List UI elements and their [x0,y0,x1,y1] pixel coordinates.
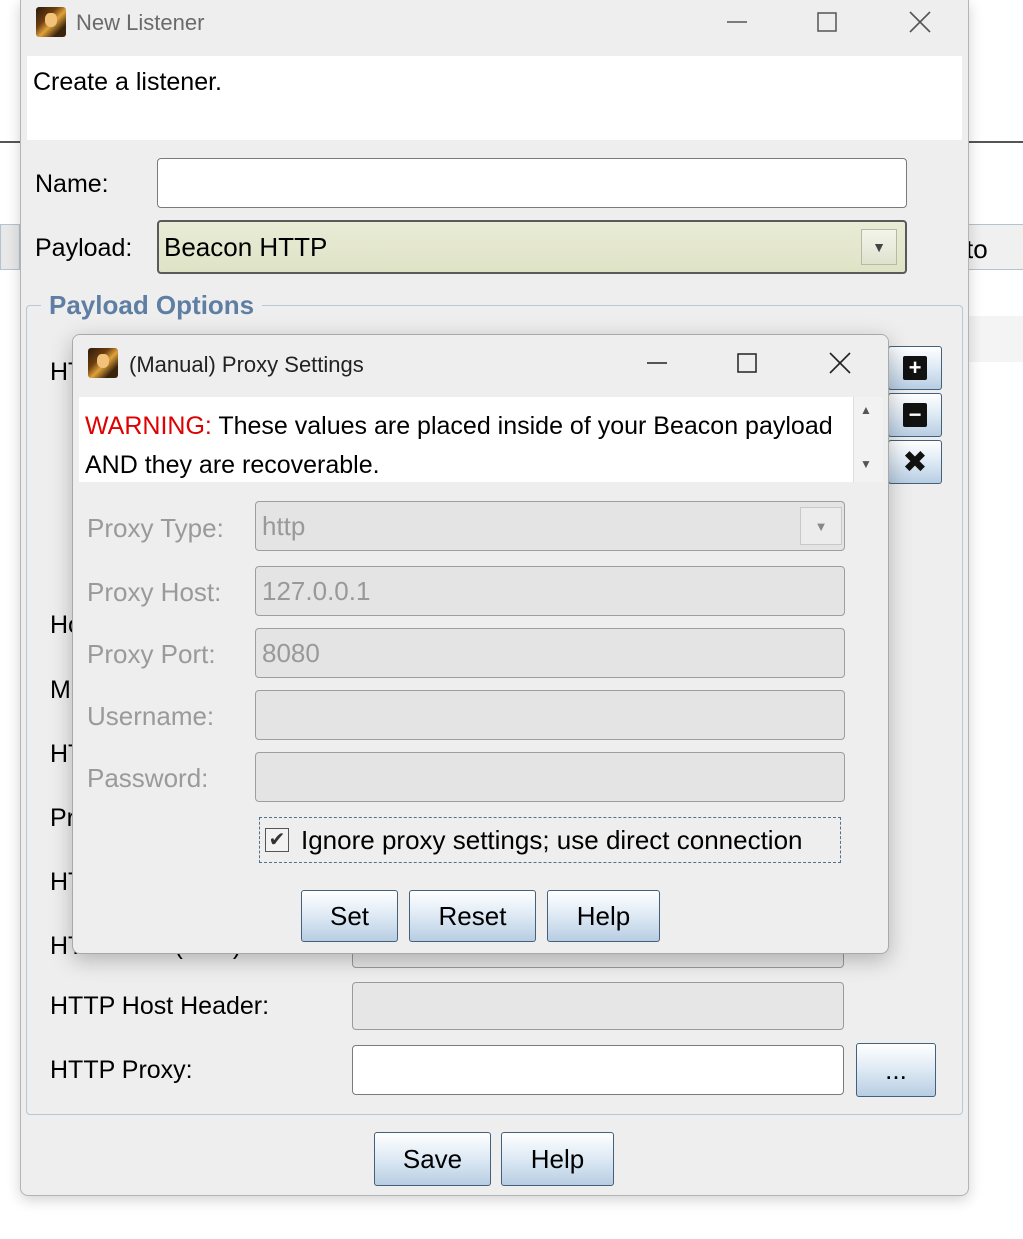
window-title: New Listener [76,10,205,35]
http-proxy-browse-button[interactable]: ... [856,1043,936,1097]
username-label: Username: [87,701,215,731]
background-row [966,316,1023,362]
payload-label: Payload: [35,234,133,262]
dialog-title-bar[interactable]: (Manual) Proxy Settings [73,335,888,391]
minimize-button[interactable] [712,2,762,42]
proxy-port-input[interactable]: 8080 [255,628,845,678]
minus-icon: − [903,402,927,427]
proxy-port-label: Proxy Port: [87,639,216,669]
proxy-host-label: Proxy Host: [87,577,222,607]
payload-select[interactable]: Beacon HTTP ▼ [157,220,907,274]
maximize-button[interactable] [802,2,852,42]
close-button[interactable] [895,2,945,42]
minimize-icon [727,21,747,23]
dialog-title: (Manual) Proxy Settings [129,352,364,377]
http-proxy-label: HTTP Proxy: [50,1056,193,1084]
clear-button[interactable]: ✖ [888,440,942,484]
background-divider [966,141,1023,143]
password-input[interactable] [255,752,845,802]
proxy-host-input[interactable]: 127.0.0.1 [255,566,845,616]
proxy-type-select[interactable]: http ▼ [255,501,845,551]
background-tab [0,224,20,270]
name-label: Name: [35,170,109,198]
ignore-proxy-checkbox[interactable]: ✔ Ignore proxy settings; use direct conn… [259,817,841,863]
close-icon [829,352,851,374]
close-icon [909,11,931,33]
background-divider [0,141,20,143]
dialog-close-button[interactable] [815,343,865,383]
dialog-help-button[interactable]: Help [547,890,660,942]
ignore-proxy-label: Ignore proxy settings; use direct connec… [301,824,803,855]
dialog-minimize-button[interactable] [632,343,682,383]
http-host-header-label: HTTP Host Header: [50,992,270,1020]
minimize-icon [647,362,667,364]
add-button[interactable]: + [888,346,942,390]
scroll-up-icon[interactable]: ▲ [860,403,872,417]
warning-prefix: WARNING: [85,412,212,440]
proxy-settings-dialog: (Manual) Proxy Settings WARNING: These v… [72,334,889,954]
scroll-down-icon[interactable]: ▼ [860,457,872,471]
app-icon [36,7,66,37]
dialog-maximize-button[interactable] [722,343,772,383]
maximize-icon [737,353,757,373]
app-icon [88,348,118,378]
proxy-type-value: http [262,510,306,541]
warning-message: WARNING: These values are placed inside … [79,397,853,482]
plus-icon: + [903,355,927,380]
clear-icon: ✖ [902,445,928,479]
name-input[interactable] [157,158,907,208]
reset-button[interactable]: Reset [409,890,536,942]
http-host-header-input[interactable] [352,982,844,1030]
warning-scrollbar[interactable]: ▲ ▼ [853,397,883,482]
username-input[interactable] [255,690,845,740]
proxy-type-label: Proxy Type: [87,513,224,543]
chevron-down-icon[interactable]: ▼ [861,229,897,265]
header-panel: Create a listener. [27,56,962,140]
payload-select-value: Beacon HTTP [164,231,328,262]
background-partial-text: to [966,234,988,264]
help-button[interactable]: Help [501,1132,614,1186]
checkmark-icon[interactable]: ✔ [265,828,289,852]
payload-options-title: Payload Options [41,290,263,321]
title-bar[interactable]: New Listener [21,0,968,46]
remove-button[interactable]: − [888,393,942,437]
maximize-icon [817,12,837,32]
save-button[interactable]: Save [374,1132,491,1186]
chevron-down-icon[interactable]: ▼ [800,507,842,545]
password-label: Password: [87,763,209,793]
http-proxy-input[interactable] [352,1045,844,1095]
header-text: Create a listener. [33,68,222,96]
set-button[interactable]: Set [301,890,398,942]
